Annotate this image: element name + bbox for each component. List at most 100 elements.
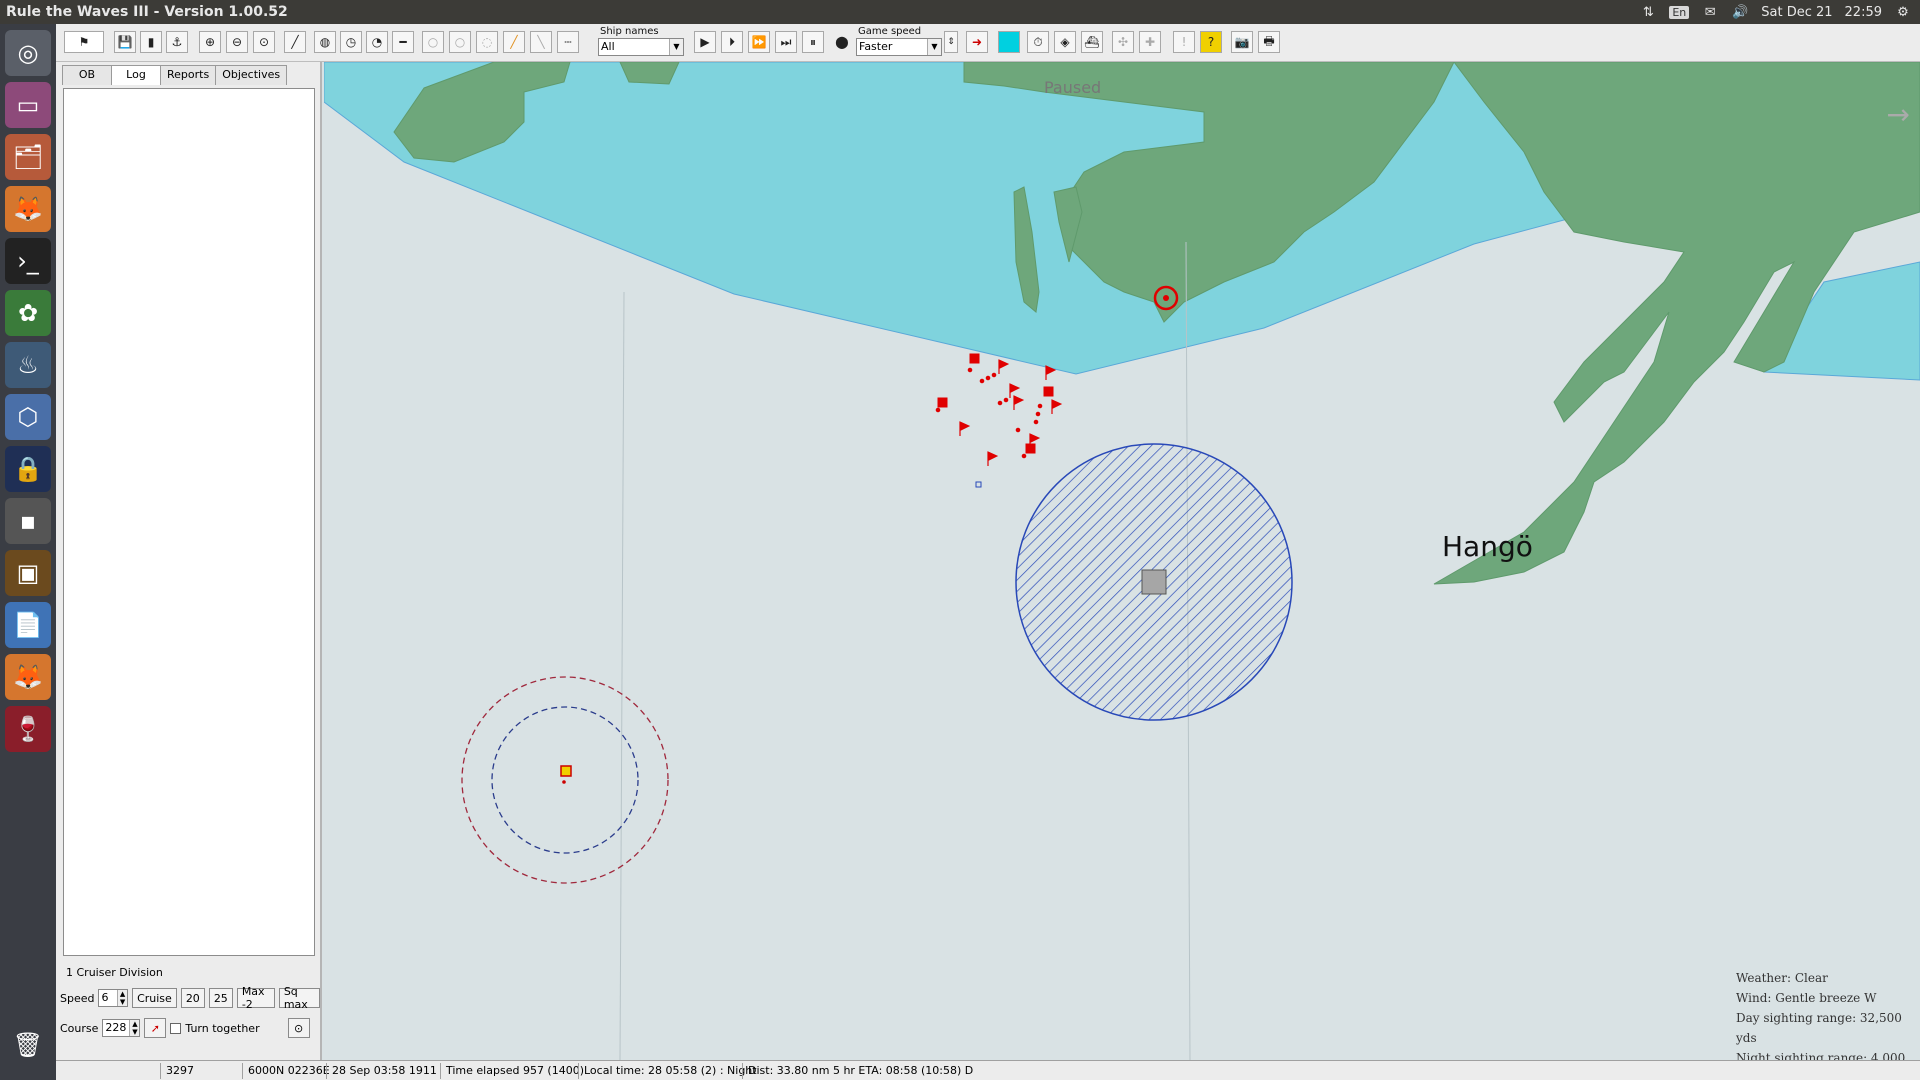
mail-icon[interactable]: ✉ <box>1701 4 1719 20</box>
firefox-icon[interactable]: 🦊 <box>5 186 51 232</box>
dashed-line-icon[interactable]: ┄ <box>557 31 579 53</box>
day-range-text: Day sighting range: 32,500 yds <box>1736 1011 1902 1045</box>
record-icon[interactable]: ⬤ <box>834 31 850 53</box>
scroll-right-arrow-icon[interactable]: → <box>1887 98 1910 131</box>
max-2-button[interactable]: Max -2 <box>236 985 275 1011</box>
set-course-pointer-icon[interactable]: ➚ <box>144 1018 167 1038</box>
enemy-unit[interactable] <box>937 397 948 408</box>
stepper-arrows-icon[interactable]: ▲ ▼ <box>117 990 128 1006</box>
division-name: 1 Cruiser Division <box>66 966 163 979</box>
chevron-down-icon: ▼ <box>669 39 683 55</box>
help-icon[interactable]: ? <box>1200 31 1222 53</box>
target-center <box>1163 295 1169 301</box>
diagonal-line-icon[interactable]: ╲ <box>530 31 552 53</box>
ship-names-select[interactable]: All ▼ <box>598 38 684 56</box>
timer-icon[interactable]: ◔ <box>366 31 388 53</box>
sea-color-icon[interactable] <box>998 31 1020 53</box>
status-bar: 3297 6000N 02236E 28 Sep 03:58 1911 Time… <box>56 1060 1920 1080</box>
lock-icon[interactable]: 🔒 <box>5 446 51 492</box>
steam-icon[interactable]: ♨ <box>5 342 51 388</box>
speed-20-button[interactable]: 20 <box>180 988 205 1008</box>
stepper-arrows-icon[interactable]: ▲ ▼ <box>129 1020 140 1036</box>
sq-max-button[interactable]: Sq max <box>278 985 321 1011</box>
alert-icon[interactable]: ! <box>1173 31 1195 53</box>
circle-grey-icon[interactable]: ○ <box>449 31 471 53</box>
enemy-unit[interactable] <box>969 353 980 364</box>
game-speed-select[interactable]: Faster ▼ <box>856 38 942 56</box>
zoom-reset-icon[interactable]: ⊙ <box>253 31 275 53</box>
division-icon[interactable]: ◍ <box>314 31 336 53</box>
red-arrow-icon[interactable]: ➜ <box>966 31 988 53</box>
firefox-secondary-icon[interactable]: 🦊 <box>5 654 51 700</box>
window-app-icon[interactable]: ▭ <box>5 82 51 128</box>
virtualbox-icon[interactable]: ⬡ <box>5 394 51 440</box>
terminal-icon[interactable]: ›_ <box>5 238 51 284</box>
exit-door-icon[interactable]: ▮ <box>140 31 162 53</box>
trash-icon[interactable]: 🗑 <box>5 1022 51 1068</box>
enemy-unit[interactable] <box>1043 386 1054 397</box>
tab-reports[interactable]: Reports <box>160 65 217 85</box>
battle-map[interactable]: Paused Hangö → Weather: Clear Wind: Gent… <box>324 62 1920 1060</box>
target-settings-icon[interactable]: ⊙ <box>287 1018 310 1038</box>
window-title: Rule the Waves III - Version 1.00.52 <box>6 4 288 20</box>
circle-dot-icon[interactable]: ◌ <box>476 31 498 53</box>
circle-green-icon[interactable]: ○ <box>422 31 444 53</box>
zoom-out-icon[interactable]: ⊖ <box>226 31 248 53</box>
turn-together-checkbox[interactable] <box>170 1022 182 1034</box>
tab-objectives[interactable]: Objectives <box>215 65 288 85</box>
system-date[interactable]: Sat Dec 21 <box>1761 5 1832 20</box>
speed-25-button[interactable]: 25 <box>208 988 233 1008</box>
add-formation-icon[interactable]: ✚ <box>1139 31 1161 53</box>
volume-icon[interactable]: 🔊 <box>1731 4 1749 20</box>
dosbox-icon[interactable]: ▣ <box>5 550 51 596</box>
island-mid <box>619 62 680 85</box>
window-minimized-icon[interactable]: ▪ <box>5 498 51 544</box>
formation-icon[interactable]: ✣ <box>1112 31 1134 53</box>
stopwatch-icon[interactable]: ⏱ <box>1027 31 1049 53</box>
keyboard-layout[interactable]: En <box>1669 5 1690 19</box>
save-icon[interactable]: 💾 <box>114 31 136 53</box>
print-icon[interactable]: 🖶 <box>1258 31 1280 53</box>
speed-updown-icon[interactable]: ⇕ <box>944 31 958 53</box>
game-speed-value: Faster <box>859 40 893 53</box>
screenshot-icon[interactable]: 📷 <box>1231 31 1253 53</box>
network-icon[interactable]: ⇅ <box>1639 4 1657 20</box>
paused-label: Paused <box>1044 78 1102 97</box>
weather-text: Weather: Clear <box>1736 971 1828 985</box>
game-toolbar: ⚑ 💾 ▮ ⚓ ⊕ ⊖ ⊙ ╱ ◍ ◷ ◔ ━ ○ ○ ◌ ╱ ╲ ┄ Ship… <box>56 24 1920 62</box>
tab-ob[interactable]: OB <box>62 65 112 85</box>
own-division-marker[interactable] <box>560 765 572 777</box>
pinwheel-app-icon[interactable]: ✿ <box>5 290 51 336</box>
ship-profile-icon[interactable]: ⛴ <box>1081 31 1103 53</box>
zoom-in-icon[interactable]: ⊕ <box>199 31 221 53</box>
step-icon[interactable]: ⏵ <box>721 31 743 53</box>
course-stepper[interactable]: 228 ▲ ▼ <box>102 1019 141 1037</box>
system-time[interactable]: 22:59 <box>1845 5 1882 20</box>
settings-gear-icon[interactable]: ⚙ <box>1894 4 1912 20</box>
clock-icon[interactable]: ◷ <box>340 31 362 53</box>
tab-log[interactable]: Log <box>111 65 161 85</box>
writer-doc-icon[interactable]: 📄 <box>5 602 51 648</box>
game-speed-label: Game speed <box>858 26 922 37</box>
fast-icon[interactable]: ⏩ <box>748 31 770 53</box>
eraser-icon[interactable]: ◈ <box>1054 31 1076 53</box>
pause-icon[interactable]: ⏸ <box>802 31 824 53</box>
ensign-flag-icon[interactable]: ⚑ <box>64 31 104 53</box>
port-marker[interactable] <box>1141 569 1167 595</box>
cruise-button[interactable]: Cruise <box>132 988 177 1008</box>
speed-stepper[interactable]: 6 ▲ ▼ <box>98 989 129 1007</box>
faster-icon[interactable]: ⏭ <box>775 31 797 53</box>
measure-line-icon[interactable]: ╱ <box>284 31 306 53</box>
turn-together-label: Turn together <box>185 1021 260 1035</box>
line-icon[interactable]: ━ <box>392 31 414 53</box>
log-list[interactable] <box>63 88 315 956</box>
dash-icon[interactable]: ◎ <box>5 30 51 76</box>
files-icon[interactable]: 🗂 <box>5 134 51 180</box>
wine-icon[interactable]: 🍷 <box>5 706 51 752</box>
play-icon[interactable]: ▶ <box>694 31 716 53</box>
status-local-time: Local time: 28 05:58 (2) : Night <box>578 1063 757 1079</box>
ship-names-label: Ship names <box>600 26 659 37</box>
ships-icon[interactable]: ⚓ <box>166 31 188 53</box>
status-date: 28 Sep 03:58 1911 <box>326 1063 437 1079</box>
torpedo-line-icon[interactable]: ╱ <box>503 31 525 53</box>
